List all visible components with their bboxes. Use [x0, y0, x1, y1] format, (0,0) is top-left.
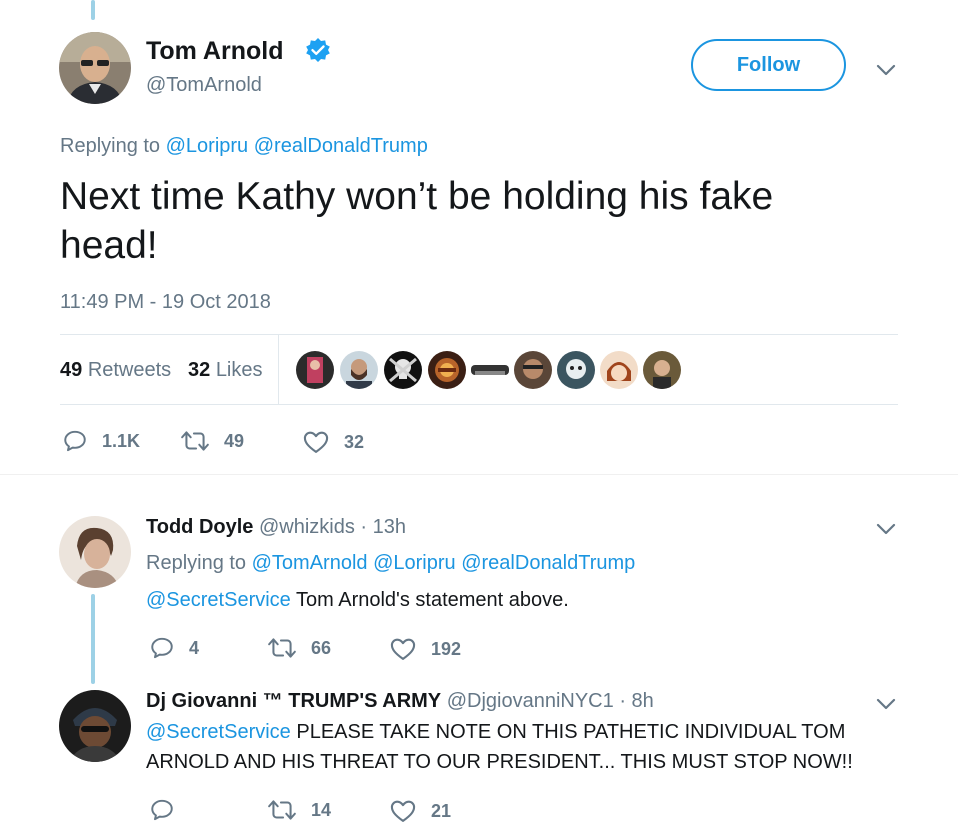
retweet-action[interactable]: 66 — [267, 635, 331, 661]
retweet-count: 66 — [311, 637, 332, 658]
author-handle[interactable]: @TomArnold — [146, 74, 262, 97]
like-action[interactable]: 21 — [389, 797, 451, 825]
liker-avatar[interactable] — [340, 351, 378, 389]
reply-author-handle[interactable]: @DjgiovanniNYC1 — [447, 690, 614, 712]
reply-text: @SecretService Tom Arnold's statement ab… — [146, 589, 569, 612]
divider — [60, 334, 898, 335]
tweet-text-line-1: Next time Kathy won’t be holding his fak… — [60, 175, 774, 218]
retweet-count: 49 — [224, 430, 245, 451]
reply-body: PLEASE TAKE NOTE ON THIS PATHETIC INDIVI… — [290, 721, 846, 743]
chevron-down-icon[interactable] — [876, 63, 896, 77]
reply-header: Dj Giovanni ™ TRUMP'S ARMY @DjgiovanniNY… — [146, 690, 654, 713]
retweet-icon — [267, 797, 297, 823]
reply-author-handle[interactable]: @whizkids — [259, 516, 355, 538]
reply-text-line-2: ARNOLD AND HIS THREAT TO OUR PRESIDENT..… — [146, 751, 853, 773]
mention-link[interactable]: @realDonaldTrump — [254, 135, 428, 157]
mention-link[interactable]: @Loripru — [166, 135, 249, 157]
retweet-icon — [267, 635, 297, 661]
mention-link[interactable]: @SecretService — [146, 589, 291, 611]
like-action[interactable]: 192 — [389, 635, 461, 663]
section-divider — [0, 474, 958, 475]
reply-action[interactable]: 1.1K — [62, 428, 140, 454]
avatar-tom-arnold[interactable] — [59, 32, 131, 104]
likes-count: 32 — [188, 359, 211, 381]
thread-line-top — [91, 0, 95, 20]
reply-header: Todd Doyle @whizkids · 13h — [146, 516, 406, 539]
reply-action[interactable]: 4 — [149, 635, 199, 661]
thread-line-middle — [91, 594, 95, 684]
retweet-action[interactable]: 14 — [267, 797, 331, 823]
mention-link[interactable]: @Loripru — [373, 552, 456, 574]
verified-badge-icon — [305, 37, 331, 68]
divider — [60, 404, 898, 405]
reply-time[interactable]: · 13h — [360, 516, 406, 538]
mention-link[interactable]: @SecretService — [146, 721, 291, 743]
mention-link[interactable]: @realDonaldTrump — [461, 552, 635, 574]
liker-avatar[interactable] — [600, 351, 638, 389]
liker-avatar[interactable] — [296, 351, 334, 389]
reply-author-name[interactable]: Todd Doyle — [146, 516, 253, 538]
replying-prefix: Replying to — [146, 552, 247, 574]
avatar-todd-doyle[interactable] — [59, 516, 131, 588]
chevron-down-icon[interactable] — [876, 697, 896, 711]
reply-icon — [149, 635, 175, 661]
liker-avatar[interactable] — [643, 351, 681, 389]
likes-stat[interactable]: 32 Likes — [188, 359, 263, 382]
replying-to-line: Replying to @Loripru @realDonaldTrump — [60, 135, 428, 158]
stats-divider — [278, 335, 279, 405]
author-name[interactable]: Tom Arnold — [146, 37, 283, 66]
reply-author-name[interactable]: Dj Giovanni ™ TRUMP'S ARMY — [146, 690, 441, 712]
like-icon — [389, 635, 417, 663]
like-count: 192 — [431, 638, 462, 659]
reply-icon — [149, 797, 175, 823]
retweets-label: Retweets — [87, 359, 172, 381]
reply-icon — [62, 428, 88, 454]
retweets-count: 49 — [60, 359, 83, 381]
reply-time[interactable]: · 8h — [619, 690, 653, 712]
retweets-stat[interactable]: 49 Retweets — [60, 359, 171, 382]
like-count: 32 — [344, 431, 365, 452]
reply-count: 1.1K — [102, 430, 141, 451]
like-count: 21 — [431, 800, 452, 821]
mention-link[interactable]: @TomArnold — [252, 552, 368, 574]
tweet-text-line-2: head! — [60, 224, 158, 267]
reply-count: 4 — [189, 637, 200, 658]
liker-avatar[interactable] — [384, 351, 422, 389]
likes-label: Likes — [215, 359, 263, 381]
liker-avatar[interactable] — [514, 351, 552, 389]
replying-prefix: Replying to — [60, 135, 161, 157]
liker-avatar[interactable] — [428, 351, 466, 389]
liker-avatar[interactable] — [471, 365, 509, 375]
chevron-down-icon[interactable] — [876, 522, 896, 536]
retweet-count: 14 — [311, 799, 332, 820]
like-icon — [389, 797, 417, 825]
retweet-icon — [180, 428, 210, 454]
replying-to-line: Replying to @TomArnold @Loripru @realDon… — [146, 552, 635, 575]
tweet-timestamp[interactable]: 11:49 PM - 19 Oct 2018 — [60, 291, 271, 314]
reply-text-line-1: @SecretService PLEASE TAKE NOTE ON THIS … — [146, 721, 845, 744]
avatar-dj-giovanni[interactable] — [59, 690, 131, 762]
reply-body: Tom Arnold's statement above. — [290, 589, 569, 611]
reply-action[interactable] — [149, 797, 189, 823]
liker-avatar[interactable] — [557, 351, 595, 389]
like-action[interactable]: 32 — [302, 428, 364, 456]
like-icon — [302, 428, 330, 456]
follow-button[interactable]: Follow — [691, 39, 846, 91]
retweet-action[interactable]: 49 — [180, 428, 244, 454]
